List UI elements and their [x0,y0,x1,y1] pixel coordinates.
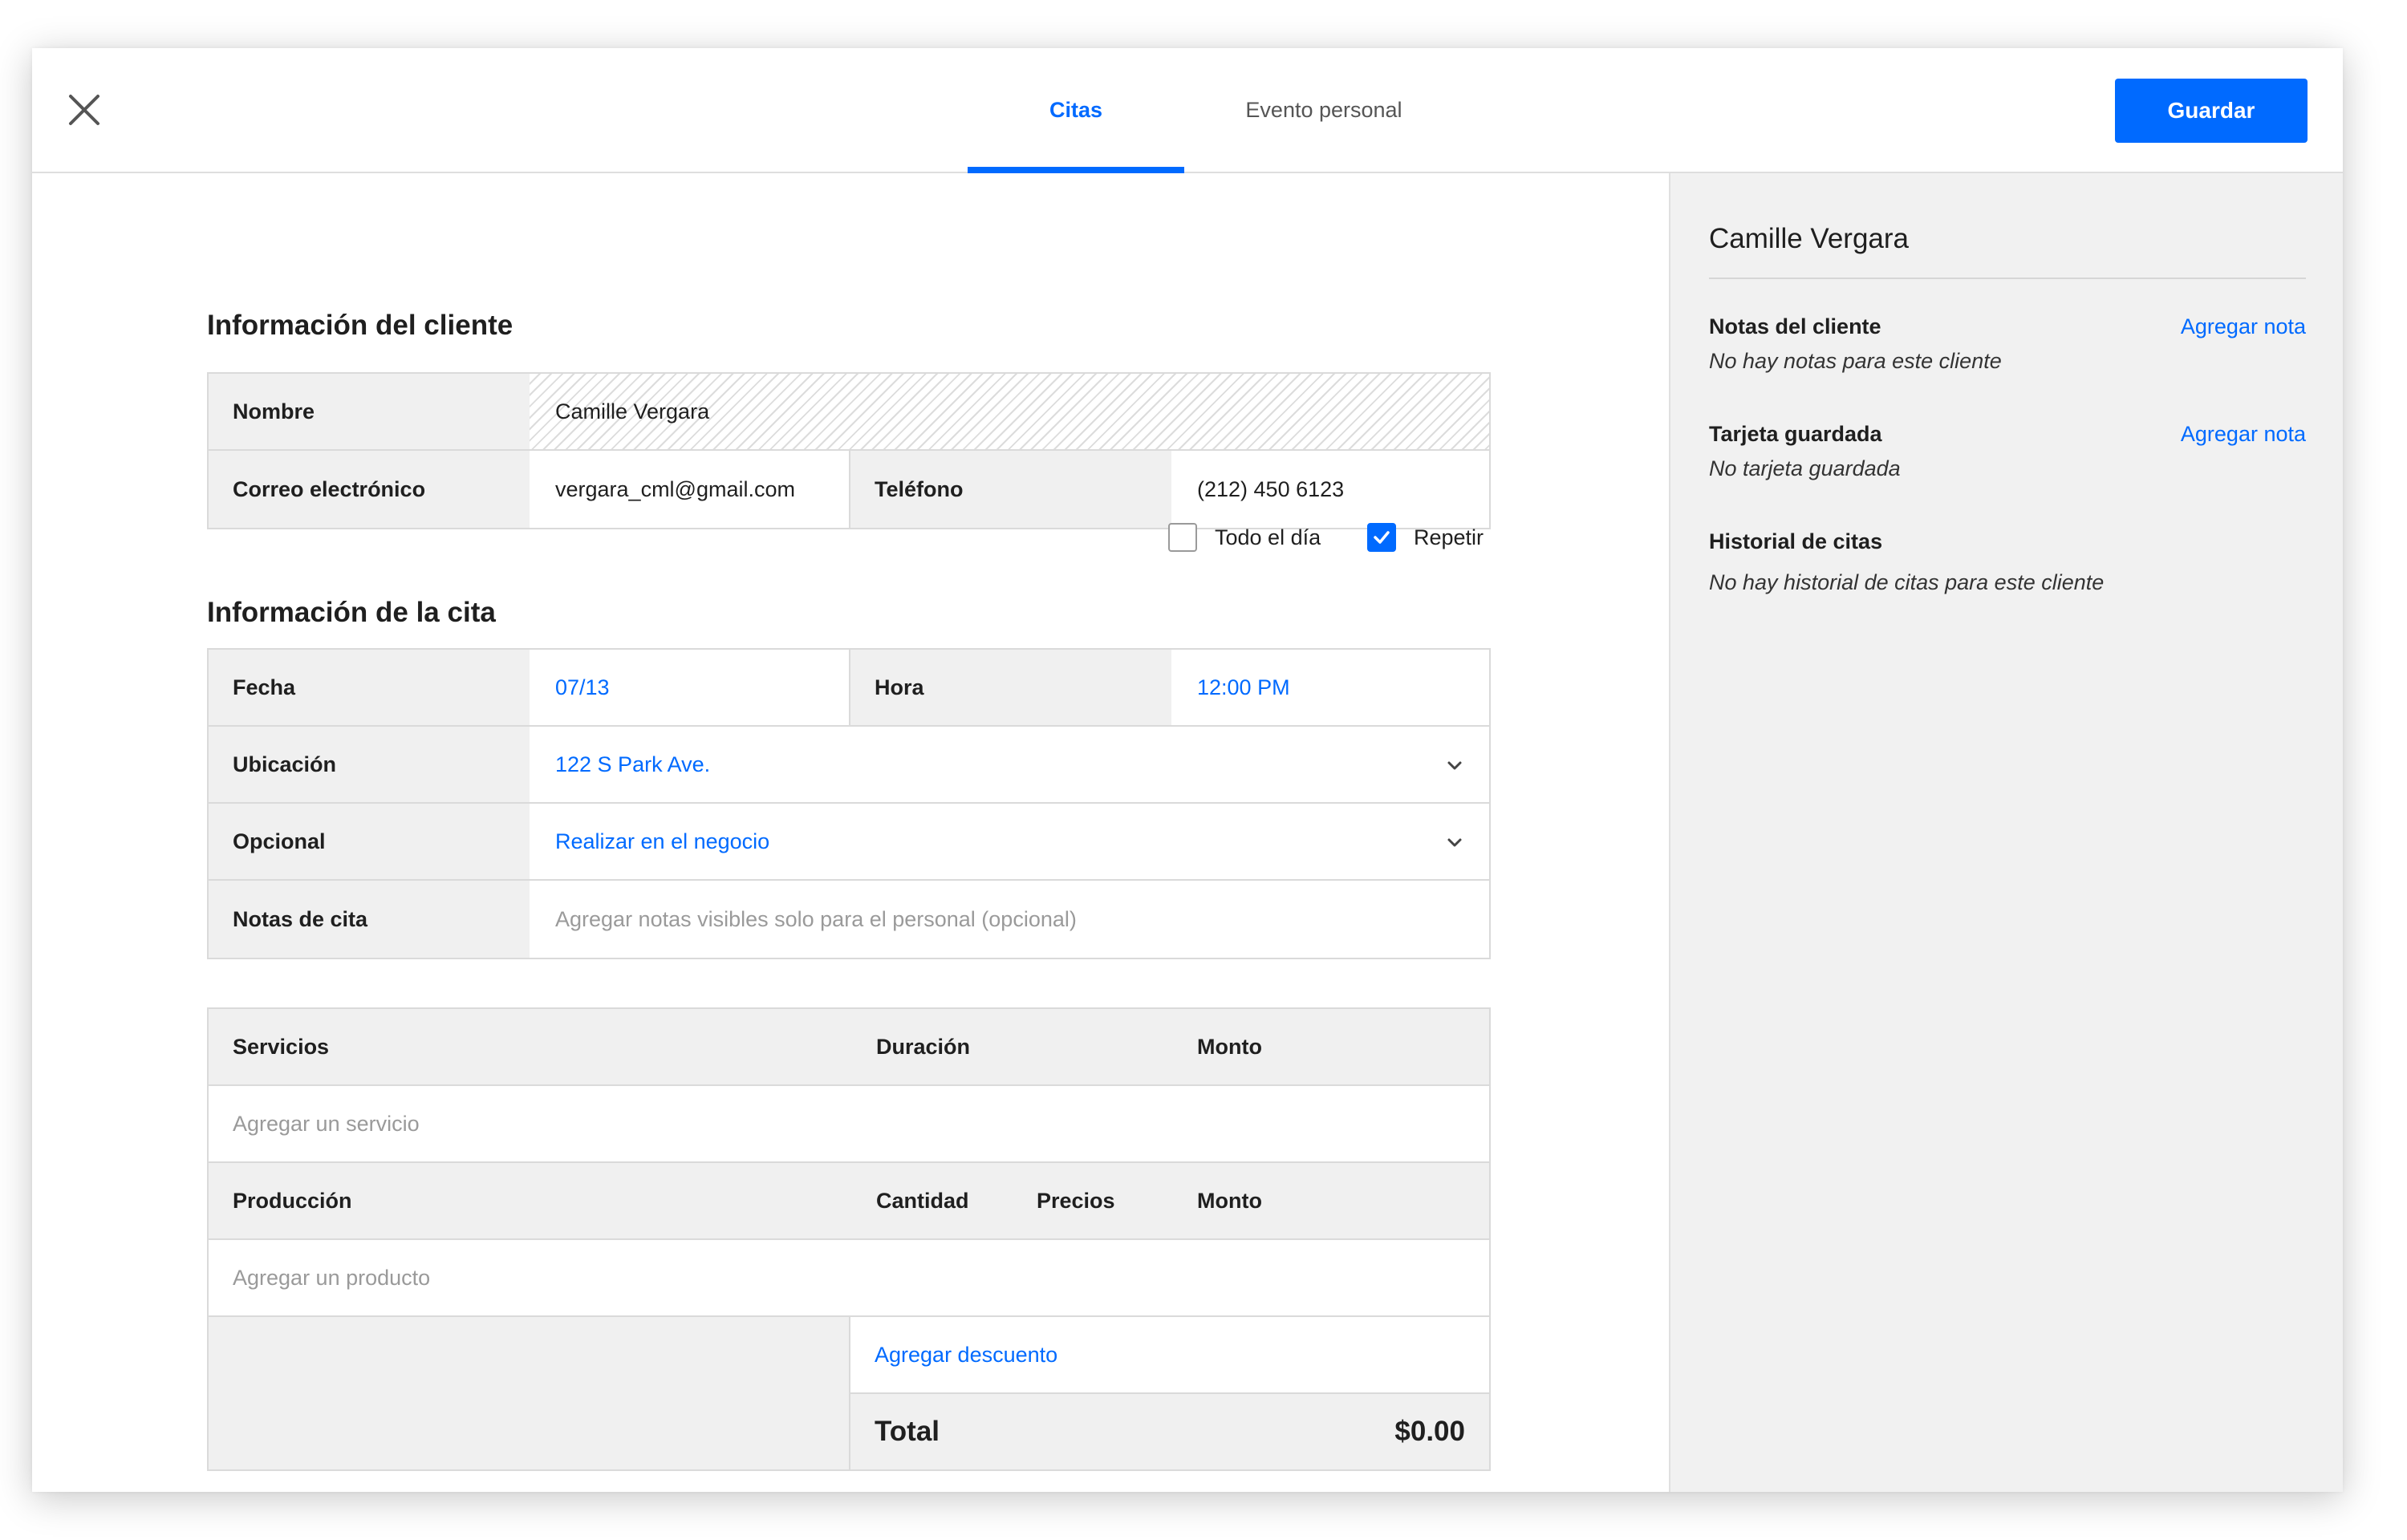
appointment-window: Citas Evento personal Guardar Informació… [32,48,2343,1492]
amount-header: Monto [1197,1034,1262,1059]
email-label: Correo electrónico [209,451,530,528]
name-label: Nombre [209,374,530,449]
add-card-link[interactable]: Agregar nota [2181,422,2306,447]
add-service-row[interactable]: Agregar un servicio [209,1086,1489,1163]
duration-header: Duración [876,1034,971,1059]
date-label: Fecha [209,650,530,725]
add-product-input[interactable]: Agregar un producto [209,1240,430,1315]
notes-row: Notas de cita Agregar notas visibles sol… [209,881,1489,958]
appointment-info-title: Información de la cita [207,597,496,628]
add-note-link[interactable]: Agregar nota [2181,314,2306,339]
tab-evento-personal[interactable]: Evento personal [1204,48,1444,172]
production-header-row: Producción Cantidad Precios Monto [209,1163,1489,1240]
add-discount-link[interactable]: Agregar descuento [850,1317,1489,1394]
appointment-history-title: Historial de citas [1709,529,1883,553]
chevron-down-icon [1447,838,1462,847]
close-icon[interactable] [64,90,104,130]
name-field: Camille Vergara [530,374,1489,449]
client-info-grid: Nombre Camille Vergara Correo electrónic… [207,372,1491,529]
checkmark-icon [1374,531,1390,544]
notes-label: Notas de cita [209,881,530,958]
header-bar: Citas Evento personal Guardar [32,48,2343,173]
side-client-name: Camille Vergara [1709,223,2306,279]
total-label: Total [875,1416,940,1447]
all-day-checkbox[interactable] [1168,523,1197,552]
location-select[interactable]: 122 S Park Ave. [530,727,1489,802]
product-amount-header: Monto [1197,1188,1262,1213]
repeat-label: Repetir [1414,525,1484,549]
notes-input[interactable]: Agregar notas visibles solo para el pers… [530,881,1489,958]
phone-label: Teléfono [850,451,1171,528]
appointment-grid: Fecha 07/13 Hora 12:00 PM Ubicación 122 … [207,648,1491,959]
main-form: Información del cliente Nombre Camille V… [32,173,1669,1492]
client-info-title: Información del cliente [207,310,513,341]
repeat-checkbox[interactable] [1367,523,1396,552]
totals-area: Agregar descuento Total $0.00 [209,1317,1489,1469]
contact-row: Correo electrónico vergara_cml@gmail.com… [209,451,1489,528]
time-field[interactable]: 12:00 PM [1171,650,1492,725]
optional-select[interactable]: Realizar en el negocio [530,804,1489,879]
all-day-checkbox-group[interactable]: Todo el día [1168,520,1321,555]
client-side-panel: Camille Vergara Notas del cliente Agrega… [1669,173,2343,1492]
add-product-row[interactable]: Agregar un producto [209,1240,1489,1317]
totals-spacer [209,1317,850,1469]
name-row: Nombre Camille Vergara [209,374,1489,451]
saved-card-empty: No tarjeta guardada [1709,456,1901,480]
phone-field[interactable]: (212) 450 6123 [1171,451,1492,528]
email-field[interactable]: vergara_cml@gmail.com [530,451,850,528]
saved-card-section: Tarjeta guardada Agregar nota No tarjeta… [1709,422,2306,481]
save-button[interactable]: Guardar [2115,79,2308,143]
appointment-history-empty: No hay historial de citas para este clie… [1709,570,2105,594]
services-header: Servicios [233,1034,330,1059]
client-notes-section: Notas del cliente Agregar nota No hay no… [1709,314,2306,374]
optional-label: Opcional [209,804,530,879]
all-day-label: Todo el día [1215,525,1321,549]
date-field[interactable]: 07/13 [530,650,850,725]
location-label: Ubicación [209,727,530,802]
repeat-checkbox-group[interactable]: Repetir [1367,520,1484,555]
items-table: Servicios Duración Monto Agregar un serv… [207,1007,1491,1471]
totals-column: Agregar descuento Total $0.00 [850,1317,1489,1469]
services-header-row: Servicios Duración Monto [209,1009,1489,1086]
quantity-header: Cantidad [876,1188,969,1213]
client-notes-empty: No hay notas para este cliente [1709,349,2002,373]
price-header: Precios [1037,1188,1115,1213]
optional-value: Realizar en el negocio [555,829,770,853]
optional-row: Opcional Realizar en el negocio [209,804,1489,881]
appointment-history-section: Historial de citas No hay historial de c… [1709,529,2306,595]
total-value: $0.00 [1394,1416,1465,1447]
time-label: Hora [850,650,1171,725]
add-service-input[interactable]: Agregar un servicio [209,1086,420,1161]
chevron-down-icon [1447,761,1462,770]
location-value: 122 S Park Ave. [555,752,711,776]
date-time-row: Fecha 07/13 Hora 12:00 PM [209,650,1489,727]
tab-citas[interactable]: Citas [968,48,1184,173]
total-row: Total $0.00 [850,1394,1489,1469]
location-row: Ubicación 122 S Park Ave. [209,727,1489,804]
production-header: Producción [233,1188,352,1213]
